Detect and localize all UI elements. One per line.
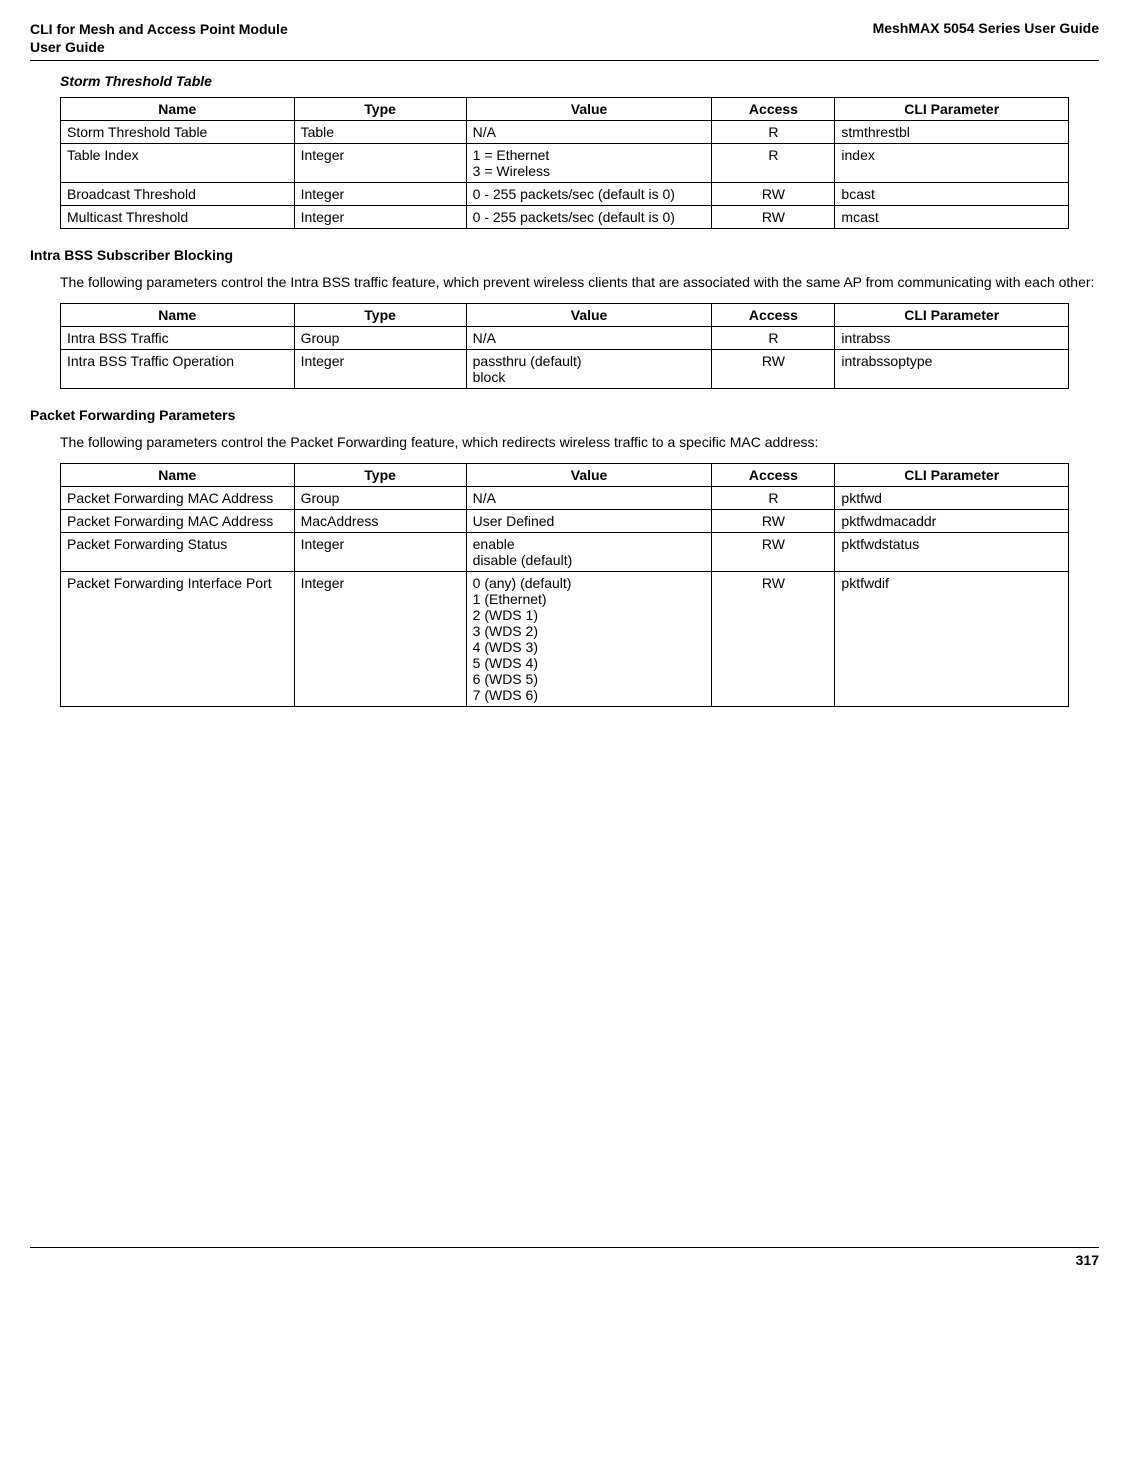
cell-type: Integer: [294, 571, 466, 706]
section2-text: The following parameters control the Int…: [60, 273, 1099, 293]
cell-name: Multicast Threshold: [61, 206, 295, 229]
section1-title: Storm Threshold Table: [60, 73, 1099, 89]
col-access: Access: [712, 98, 835, 121]
cell-value: User Defined: [466, 509, 712, 532]
packet-forwarding-table: Name Type Value Access CLI Parameter Pac…: [60, 463, 1069, 707]
cell-value: N/A: [466, 486, 712, 509]
col-type: Type: [294, 463, 466, 486]
cell-value: N/A: [466, 326, 712, 349]
cell-type: Integer: [294, 349, 466, 388]
cell-type: Integer: [294, 183, 466, 206]
cell-name: Packet Forwarding MAC Address: [61, 486, 295, 509]
table-row: Intra BSS TrafficGroupN/ARintrabss: [61, 326, 1069, 349]
cell-access: R: [712, 121, 835, 144]
cell-name: Packet Forwarding Interface Port: [61, 571, 295, 706]
cell-access: RW: [712, 571, 835, 706]
cell-cli: mcast: [835, 206, 1069, 229]
section2-title: Intra BSS Subscriber Blocking: [30, 247, 1099, 263]
col-value: Value: [466, 303, 712, 326]
table-row: Table IndexInteger1 = Ethernet3 = Wirele…: [61, 144, 1069, 183]
cell-access: R: [712, 326, 835, 349]
cell-access: R: [712, 486, 835, 509]
cell-access: RW: [712, 349, 835, 388]
cell-type: Integer: [294, 144, 466, 183]
section3-text: The following parameters control the Pac…: [60, 433, 1099, 453]
cell-access: RW: [712, 509, 835, 532]
table-header-row: Name Type Value Access CLI Parameter: [61, 98, 1069, 121]
col-name: Name: [61, 98, 295, 121]
header-left-line1: CLI for Mesh and Access Point Module: [30, 21, 288, 37]
cell-cli: pktfwdmacaddr: [835, 509, 1069, 532]
page-header: CLI for Mesh and Access Point Module Use…: [30, 20, 1099, 56]
cell-cli: pktfwdif: [835, 571, 1069, 706]
cell-name: Packet Forwarding MAC Address: [61, 509, 295, 532]
cell-value: 0 - 255 packets/sec (default is 0): [466, 206, 712, 229]
cell-access: RW: [712, 532, 835, 571]
cell-value: enabledisable (default): [466, 532, 712, 571]
cell-name: Storm Threshold Table: [61, 121, 295, 144]
table-row: Broadcast ThresholdInteger0 - 255 packet…: [61, 183, 1069, 206]
table-row: Packet Forwarding StatusIntegerenabledis…: [61, 532, 1069, 571]
intra-bss-table: Name Type Value Access CLI Parameter Int…: [60, 303, 1069, 389]
table-row: Multicast ThresholdInteger0 - 255 packet…: [61, 206, 1069, 229]
col-value: Value: [466, 98, 712, 121]
cell-cli: stmthrestbl: [835, 121, 1069, 144]
storm-threshold-table: Name Type Value Access CLI Parameter Sto…: [60, 97, 1069, 229]
cell-value: 0 - 255 packets/sec (default is 0): [466, 183, 712, 206]
cell-value: passthru (default)block: [466, 349, 712, 388]
col-cli: CLI Parameter: [835, 98, 1069, 121]
table-row: Packet Forwarding MAC AddressMacAddressU…: [61, 509, 1069, 532]
cell-type: Table: [294, 121, 466, 144]
header-left: CLI for Mesh and Access Point Module Use…: [30, 20, 288, 56]
cell-type: Group: [294, 486, 466, 509]
cell-value: N/A: [466, 121, 712, 144]
cell-type: Group: [294, 326, 466, 349]
cell-type: Integer: [294, 532, 466, 571]
table-row: Packet Forwarding MAC AddressGroupN/ARpk…: [61, 486, 1069, 509]
section3-title: Packet Forwarding Parameters: [30, 407, 1099, 423]
cell-access: R: [712, 144, 835, 183]
header-right: MeshMAX 5054 Series User Guide: [873, 20, 1099, 56]
cell-cli: index: [835, 144, 1069, 183]
table-row: Packet Forwarding Interface PortInteger0…: [61, 571, 1069, 706]
cell-access: RW: [712, 206, 835, 229]
cell-type: Integer: [294, 206, 466, 229]
col-access: Access: [712, 303, 835, 326]
cell-access: RW: [712, 183, 835, 206]
cell-name: Intra BSS Traffic: [61, 326, 295, 349]
table-header-row: Name Type Value Access CLI Parameter: [61, 303, 1069, 326]
page-number: 317: [30, 1252, 1099, 1268]
col-name: Name: [61, 303, 295, 326]
col-access: Access: [712, 463, 835, 486]
page-footer: 317: [30, 1247, 1099, 1268]
col-type: Type: [294, 98, 466, 121]
col-value: Value: [466, 463, 712, 486]
cell-name: Packet Forwarding Status: [61, 532, 295, 571]
cell-name: Intra BSS Traffic Operation: [61, 349, 295, 388]
col-type: Type: [294, 303, 466, 326]
footer-divider: [30, 1247, 1099, 1248]
cell-value: 1 = Ethernet3 = Wireless: [466, 144, 712, 183]
col-cli: CLI Parameter: [835, 463, 1069, 486]
cell-cli: pktfwdstatus: [835, 532, 1069, 571]
cell-value: 0 (any) (default)1 (Ethernet)2 (WDS 1)3 …: [466, 571, 712, 706]
table-row: Intra BSS Traffic OperationIntegerpassth…: [61, 349, 1069, 388]
cell-name: Table Index: [61, 144, 295, 183]
col-name: Name: [61, 463, 295, 486]
table-header-row: Name Type Value Access CLI Parameter: [61, 463, 1069, 486]
col-cli: CLI Parameter: [835, 303, 1069, 326]
cell-cli: bcast: [835, 183, 1069, 206]
cell-cli: pktfwd: [835, 486, 1069, 509]
table-row: Storm Threshold TableTableN/ARstmthrestb…: [61, 121, 1069, 144]
cell-type: MacAddress: [294, 509, 466, 532]
header-divider: [30, 60, 1099, 61]
cell-cli: intrabss: [835, 326, 1069, 349]
header-left-line2: User Guide: [30, 39, 105, 55]
cell-name: Broadcast Threshold: [61, 183, 295, 206]
cell-cli: intrabssoptype: [835, 349, 1069, 388]
